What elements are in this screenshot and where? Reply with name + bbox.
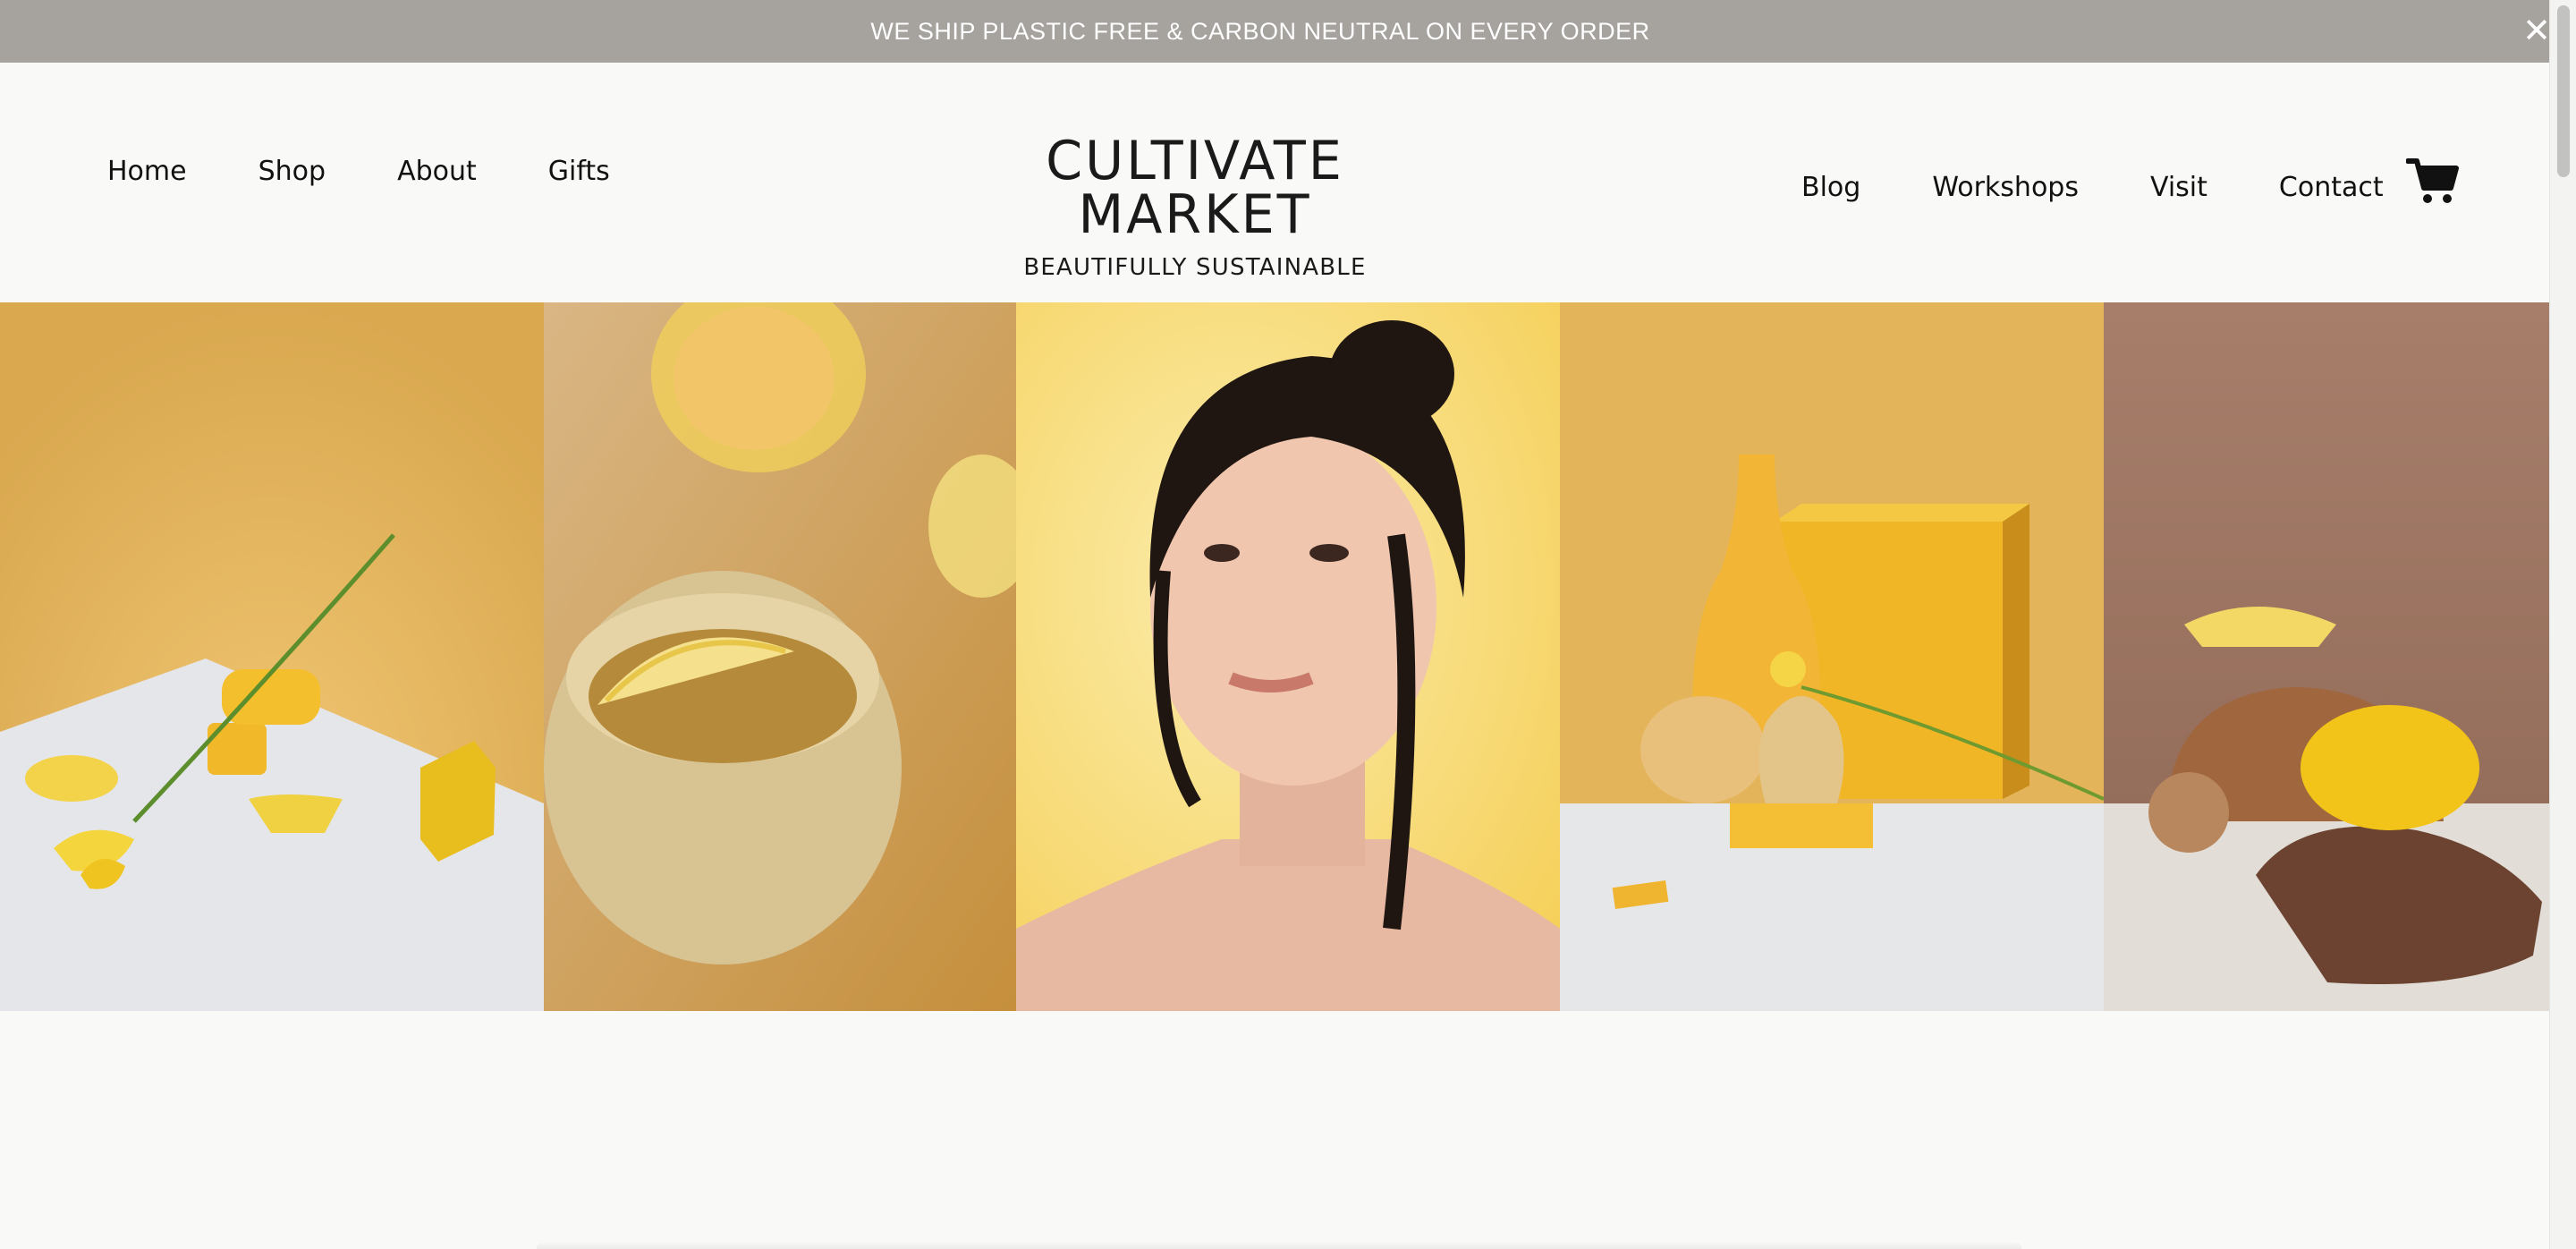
shopping-cart-icon[interactable] — [2405, 156, 2460, 206]
logo-title: CULTIVATE MARKET — [1046, 130, 1344, 246]
primary-nav-left: Home Shop About Gifts — [107, 156, 682, 187]
gallery-image-vases[interactable] — [1560, 302, 2104, 1011]
nav-link-blog[interactable]: Blog — [1801, 172, 1860, 203]
scrollbar-thumb[interactable] — [2557, 5, 2570, 177]
gallery-image-cup-lemon[interactable] — [544, 302, 1016, 1011]
page: WE SHIP PLASTIC FREE & CARBON NEUTRAL ON… — [0, 0, 2576, 1249]
nav-link-home[interactable]: Home — [107, 156, 187, 187]
gallery-image-geometric-shapes[interactable] — [0, 302, 544, 1011]
nav-link-workshops[interactable]: Workshops — [1932, 172, 2079, 203]
nav-link-contact[interactable]: Contact — [2279, 172, 2384, 203]
nav-link-visit[interactable]: Visit — [2150, 172, 2207, 203]
page-scrollbar[interactable] — [2549, 0, 2576, 1249]
site-logo[interactable]: CULTIVATE MARKET BEAUTIFULLY SUSTAINABLE — [927, 134, 1463, 281]
content-shadow — [537, 1242, 2021, 1249]
site-header: Home Shop About Gifts CULTIVATE MARKET B… — [0, 63, 2549, 302]
announcement-text: WE SHIP PLASTIC FREE & CARBON NEUTRAL ON… — [870, 17, 1650, 45]
nav-link-shop[interactable]: Shop — [258, 156, 326, 187]
hero-gallery — [0, 302, 2549, 1011]
primary-nav-right: Blog Workshops Visit Contact — [1801, 172, 2455, 203]
logo-subtitle: BEAUTIFULLY SUSTAINABLE — [1023, 254, 1367, 281]
announcement-bar: WE SHIP PLASTIC FREE & CARBON NEUTRAL ON… — [0, 0, 2549, 63]
gallery-image-portrait[interactable] — [1016, 302, 1560, 1011]
nav-link-about[interactable]: About — [397, 156, 477, 187]
nav-link-gifts[interactable]: Gifts — [548, 156, 610, 187]
gallery-image-wood-lemons[interactable] — [2104, 302, 2549, 1011]
